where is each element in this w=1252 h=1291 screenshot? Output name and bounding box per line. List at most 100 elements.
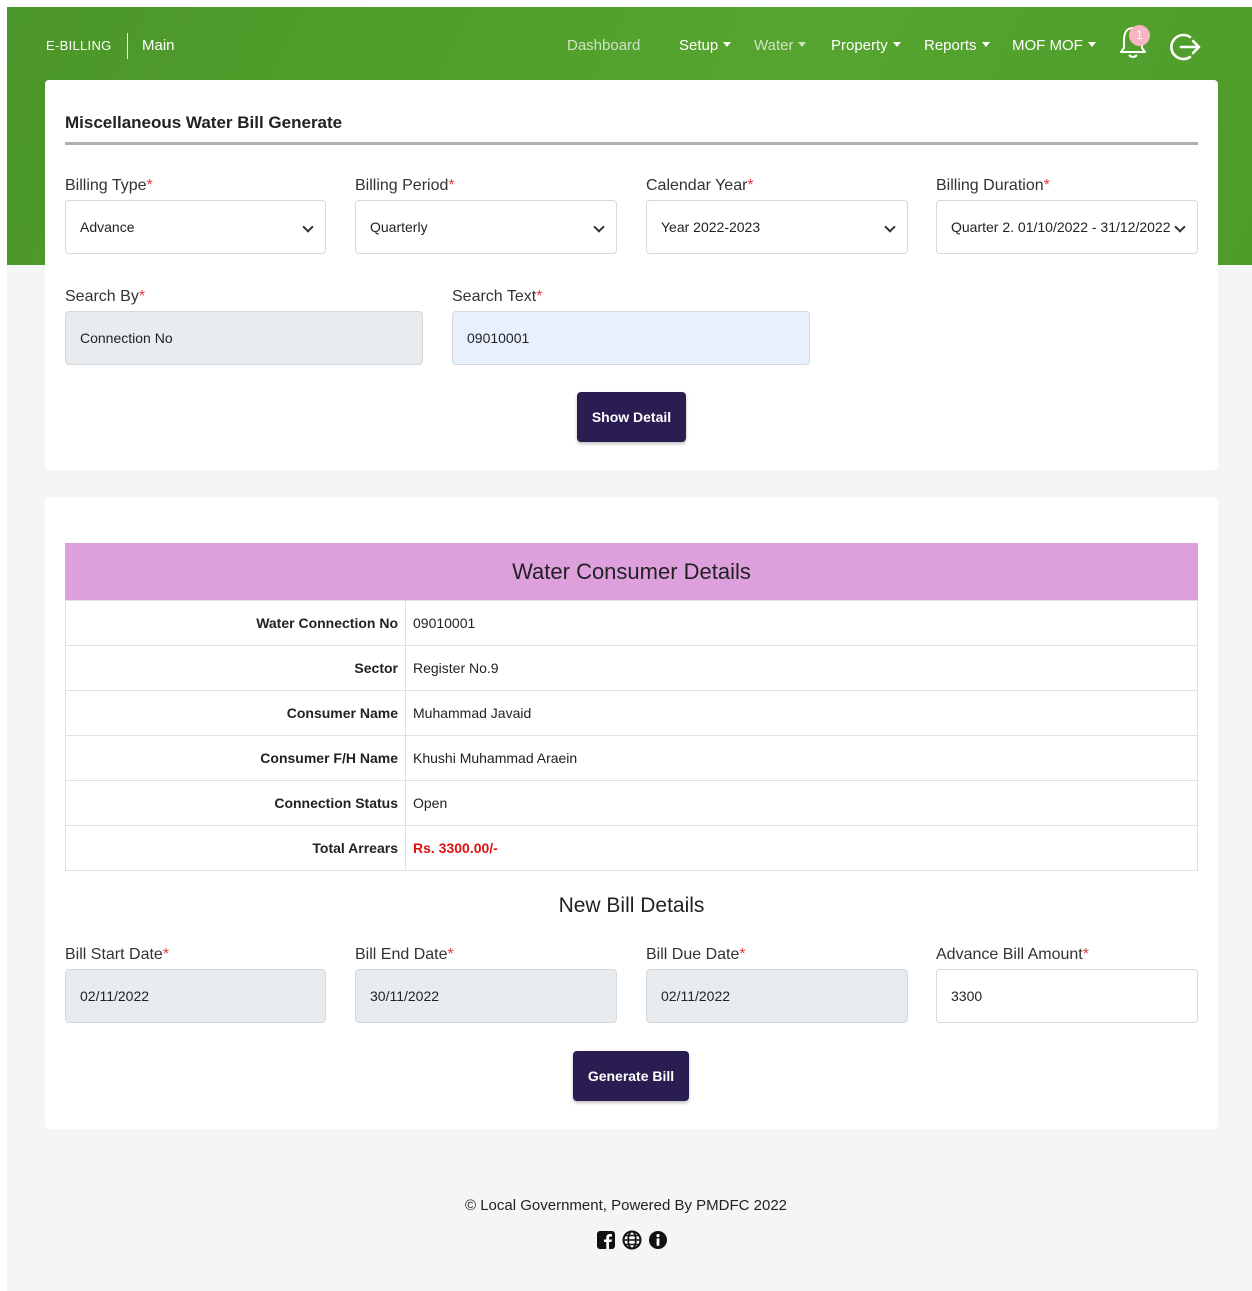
billing-period-label: Billing Period* xyxy=(355,177,455,195)
required-mark: * xyxy=(146,177,153,194)
billing-type-select[interactable]: Advance xyxy=(65,200,326,254)
search-by-label-text: Search By xyxy=(65,288,139,305)
bill-end-date-field: 30/11/2022 xyxy=(355,969,617,1023)
calendar-year-label: Calendar Year* xyxy=(646,177,754,195)
detail-key: Consumer F/H Name xyxy=(65,735,406,781)
caret-down-icon xyxy=(798,42,807,47)
bill-generate-card: Miscellaneous Water Bill Generate Billin… xyxy=(45,80,1218,470)
nav-reports-label: Reports xyxy=(924,37,977,54)
detail-key: Total Arrears xyxy=(65,825,406,871)
logout-icon[interactable] xyxy=(1168,30,1202,64)
search-by-field: Connection No xyxy=(65,311,423,365)
top-navbar: E-BILLING Main Dashboard Setup Water Pro… xyxy=(7,7,1252,81)
caret-down-icon xyxy=(723,42,732,47)
bill-end-date-label: Bill End Date* xyxy=(355,946,454,964)
chevron-down-icon xyxy=(302,221,314,233)
detail-value: Khushi Muhammad Araein xyxy=(405,735,1198,781)
bill-due-date-field: 02/11/2022 xyxy=(646,969,908,1023)
nav-property[interactable]: Property xyxy=(831,37,901,54)
detail-key: Consumer Name xyxy=(65,690,406,736)
nav-user-menu[interactable]: MOF MOF xyxy=(1012,37,1096,54)
detail-value: Muhammad Javaid xyxy=(405,690,1198,736)
required-mark: * xyxy=(162,946,170,963)
bill-due-date-label: Bill Due Date* xyxy=(646,946,746,964)
bill-end-date-label-text: Bill End Date xyxy=(355,946,448,963)
footer-copyright: © Local Government, Powered By PMDFC 202… xyxy=(464,1197,788,1214)
page-title: Miscellaneous Water Bill Generate xyxy=(65,113,343,132)
consumer-details-table: Water Connection No 09010001 Sector Regi… xyxy=(65,600,1198,871)
brand-main-link[interactable]: Main xyxy=(142,37,175,54)
billing-duration-value: Quarter 2. 01/10/2022 - 31/12/2022 xyxy=(951,219,1171,235)
facebook-icon[interactable] xyxy=(596,1230,616,1250)
bill-start-date-label-text: Bill Start Date xyxy=(65,946,163,963)
chevron-down-icon xyxy=(593,221,605,233)
table-row: Water Connection No 09010001 xyxy=(65,600,1198,646)
nav-user-label: MOF MOF xyxy=(1012,37,1083,54)
calendar-year-value: Year 2022-2023 xyxy=(661,219,761,235)
caret-down-icon xyxy=(981,42,990,47)
search-text-input[interactable]: 09010001 xyxy=(452,311,810,365)
consumer-details-card: Water Consumer Details Water Connection … xyxy=(45,497,1218,1129)
calendar-year-label-text: Calendar Year xyxy=(646,177,748,194)
table-row: Connection Status Open xyxy=(65,780,1198,826)
table-row: Total Arrears Rs. 3300.00/- xyxy=(65,825,1198,871)
caret-down-icon xyxy=(892,42,901,47)
nav-property-label: Property xyxy=(831,37,888,54)
required-mark: * xyxy=(739,946,746,963)
billing-duration-label-text: Billing Duration xyxy=(936,177,1044,194)
caret-down-icon xyxy=(1087,42,1096,47)
required-mark: * xyxy=(1082,946,1089,963)
required-mark: * xyxy=(448,177,455,194)
detail-key: Water Connection No xyxy=(65,600,406,646)
search-text-label: Search Text* xyxy=(452,288,542,306)
detail-value: 09010001 xyxy=(405,600,1198,646)
advance-bill-amount-label-text: Advance Bill Amount xyxy=(936,946,1083,963)
search-text-label-text: Search Text xyxy=(452,288,537,305)
billing-type-value: Advance xyxy=(80,219,135,235)
table-row: Sector Register No.9 xyxy=(65,645,1198,691)
bill-due-date-label-text: Bill Due Date xyxy=(646,946,740,963)
billing-type-label-text: Billing Type xyxy=(65,177,147,194)
advance-bill-amount-label: Advance Bill Amount* xyxy=(936,946,1089,964)
required-mark: * xyxy=(138,288,146,305)
nav-setup[interactable]: Setup xyxy=(679,37,732,54)
brand-divider xyxy=(127,33,128,59)
chevron-down-icon xyxy=(884,221,896,233)
detail-key: Connection Status xyxy=(65,780,406,826)
required-mark: * xyxy=(536,288,543,305)
bill-start-date-label: Bill Start Date* xyxy=(65,946,169,964)
title-divider xyxy=(65,142,1198,145)
chevron-down-icon xyxy=(1174,221,1186,233)
brand-logo[interactable]: E-BILLING xyxy=(46,38,112,53)
nav-water[interactable]: Water xyxy=(754,37,807,54)
notification-badge: 1 xyxy=(1129,25,1150,46)
billing-period-value: Quarterly xyxy=(370,219,428,235)
detail-value: Open xyxy=(405,780,1198,826)
info-icon[interactable] xyxy=(648,1230,668,1250)
show-detail-button[interactable]: Show Detail xyxy=(577,392,686,442)
total-arrears-value: Rs. 3300.00/- xyxy=(405,825,1198,871)
nav-dashboard[interactable]: Dashboard xyxy=(567,37,640,54)
billing-type-label: Billing Type* xyxy=(65,177,153,195)
table-row: Consumer F/H Name Khushi Muhammad Araein xyxy=(65,735,1198,781)
billing-period-label-text: Billing Period xyxy=(355,177,449,194)
globe-icon[interactable] xyxy=(622,1230,642,1250)
search-by-label: Search By* xyxy=(65,288,145,306)
advance-bill-amount-input[interactable]: 3300 xyxy=(936,969,1198,1023)
nav-setup-label: Setup xyxy=(679,37,719,54)
billing-period-select[interactable]: Quarterly xyxy=(355,200,617,254)
generate-bill-button[interactable]: Generate Bill xyxy=(573,1051,689,1101)
detail-value: Register No.9 xyxy=(405,645,1198,691)
required-mark: * xyxy=(747,177,754,194)
table-row: Consumer Name Muhammad Javaid xyxy=(65,690,1198,736)
required-mark: * xyxy=(1043,177,1050,194)
nav-water-label: Water xyxy=(754,37,794,54)
required-mark: * xyxy=(447,946,454,963)
billing-duration-label: Billing Duration* xyxy=(936,177,1050,195)
detail-key: Sector xyxy=(65,645,406,691)
calendar-year-select[interactable]: Year 2022-2023 xyxy=(646,200,908,254)
new-bill-title: New Bill Details xyxy=(558,894,705,917)
details-title: Water Consumer Details xyxy=(65,543,1198,600)
billing-duration-select[interactable]: Quarter 2. 01/10/2022 - 31/12/2022 xyxy=(936,200,1198,254)
nav-reports[interactable]: Reports xyxy=(924,37,990,54)
